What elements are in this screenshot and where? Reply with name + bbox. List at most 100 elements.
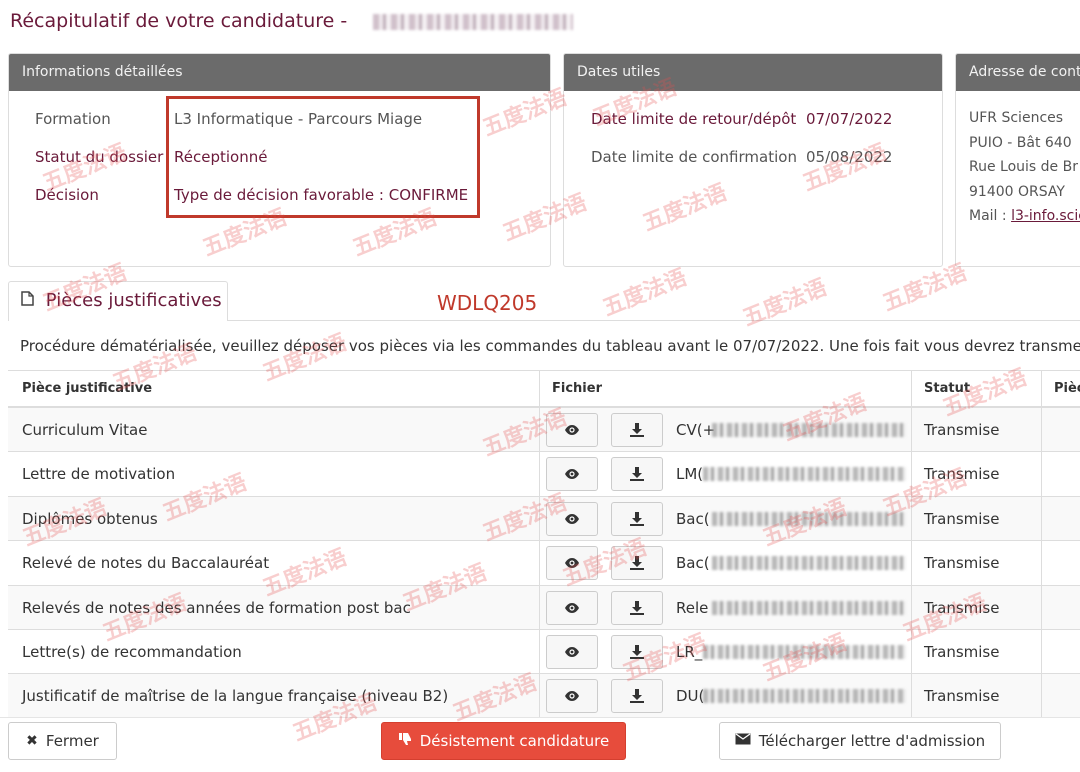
view-button[interactable] [546,457,598,492]
file-name: LR_ [676,642,703,661]
column-divider [539,408,540,452]
column-divider [539,452,540,496]
download-button[interactable] [611,634,663,669]
download-button[interactable] [611,457,663,492]
redacted-file-name [703,644,906,659]
download-icon [630,644,644,659]
withdraw-button[interactable]: Désistement candidature [381,722,626,760]
view-button[interactable] [546,634,598,669]
decision-label: Décision [35,186,99,204]
status-text: Transmise [924,642,1000,661]
page-title-text: Récapitulatif de votre candidature - [10,10,348,32]
tab-label: Pièces justificatives [45,290,222,311]
column-divider [911,585,912,629]
watermark-text: 五度法语 [599,265,691,322]
piece-name: Lettre de motivation [22,465,176,484]
status-text: Transmise [924,421,1000,439]
redacted-file-name [712,511,906,526]
close-button[interactable]: ✖ Fermer [8,722,117,760]
column-divider [1041,629,1042,674]
download-icon [630,467,644,482]
close-label: Fermer [45,732,99,750]
view-button[interactable] [546,679,598,714]
withdraw-label: Désistement candidature [419,732,610,750]
status-text: Transmise [924,465,1000,484]
download-button[interactable] [611,546,663,581]
eye-icon [565,646,579,657]
column-divider [911,452,912,496]
eye-icon [565,602,579,613]
download-icon [630,556,644,571]
return-date-value: 07/07/2022 [806,110,893,128]
table-row: Curriculum Vitae CV(+ Transmise [8,408,1080,453]
envelope-icon [735,733,751,749]
column-divider [911,371,912,406]
table-row: Relevé de notes du Baccalauréat Bac( Tra… [8,541,1080,586]
piece-name: Justificatif de maîtrise de la langue fr… [22,687,449,706]
column-divider [539,674,540,718]
return-date-label: Date limite de retour/dépôt [591,110,797,128]
confirm-date-value: 05/08/2022 [806,148,893,166]
statut-label: Statut du dossier [35,148,164,166]
column-divider [1041,371,1042,406]
view-button[interactable] [546,546,598,581]
column-divider [1041,674,1042,718]
documents-table: Pièce justificative Fichier Statut Piè c … [8,370,1080,719]
table-row: Relevés de notes des années de formation… [8,585,1080,630]
column-divider [539,629,540,674]
tab-pieces-justificatives[interactable]: Pièces justificatives [8,281,228,321]
column-divider [539,496,540,541]
mail-label: Mail : [969,208,1007,224]
column-divider [1041,541,1042,585]
view-button[interactable] [546,413,598,447]
watermark-text: 五度法语 [739,275,831,332]
download-button[interactable] [611,413,663,447]
eye-icon [565,558,579,569]
header-piece-2: Pièc [1054,381,1080,396]
file-name: DU( [676,687,705,706]
address-line: UFR Sciences [969,110,1064,126]
status-text: Transmise [924,509,1000,528]
download-button[interactable] [611,679,663,714]
redacted-file-name [712,423,906,437]
download-button[interactable] [611,501,663,536]
tab-divider [228,320,1080,321]
page-title: Récapitulatif de votre candidature - [10,10,574,32]
mail-line: Mail : l3-info.scie [969,204,1080,229]
download-letter-label: Télécharger lettre d'admission [758,732,986,750]
column-divider [1041,408,1042,452]
status-text: Transmise [924,598,1000,617]
eye-icon [565,469,579,480]
view-button[interactable] [546,590,598,625]
highlight-box [166,96,480,218]
redacted-file-name [703,467,906,482]
contact-panel: Adresse de cont UFR Sciences PUIO - Bât … [955,53,1080,267]
mail-link[interactable]: l3-info.scie [1011,208,1080,224]
download-icon [630,600,644,615]
piece-name: Curriculum Vitae [22,421,148,439]
table-row: Diplômes obtenus Bac( Transmise [8,496,1080,542]
column-divider [911,541,912,585]
contact-panel-header: Adresse de cont [956,54,1080,91]
column-divider [911,496,912,541]
column-divider [911,629,912,674]
column-divider [539,585,540,629]
eye-icon [565,425,579,435]
header-statut: Statut [924,381,971,396]
column-divider [911,674,912,718]
download-admission-letter-button[interactable]: Télécharger lettre d'admission [719,722,1001,760]
download-icon [630,423,644,437]
table-body: Curriculum Vitae CV(+ Transmise Lettre d… [8,408,1080,719]
table-row: Justificatif de maîtrise de la langue fr… [8,674,1080,719]
redacted-file-name [712,556,906,571]
table-row: Lettre de motivation LM( Transmise [8,452,1080,497]
file-name: Rele [676,598,709,617]
formation-label: Formation [35,110,111,128]
view-button[interactable] [546,501,598,536]
confirm-date-label: Date limite de confirmation [591,148,797,166]
column-divider [539,371,540,406]
download-button[interactable] [611,590,663,625]
close-icon: ✖ [26,733,38,749]
piece-name: Lettre(s) de recommandation [22,642,242,661]
address-line: Rue Louis de Br [969,159,1078,175]
